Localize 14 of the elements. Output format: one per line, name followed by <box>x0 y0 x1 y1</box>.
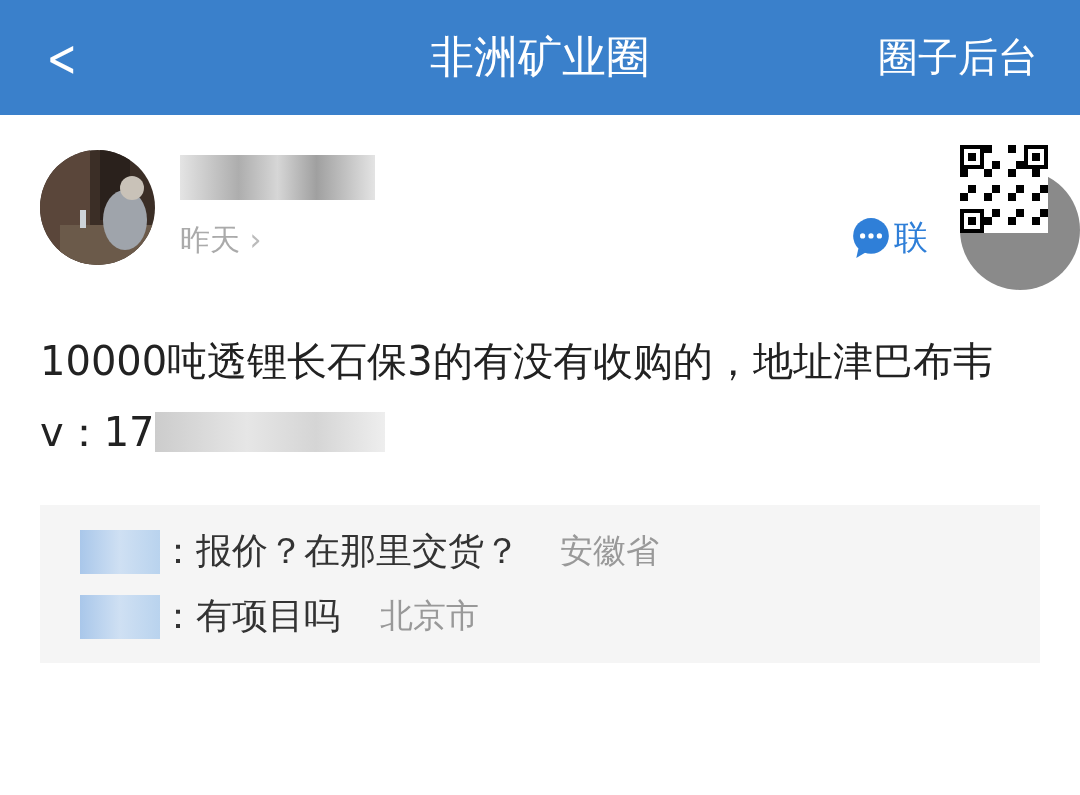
contact-text: v：17 <box>40 407 155 457</box>
qr-code-icon <box>960 145 1048 233</box>
admin-button[interactable]: 圈子后台 <box>878 30 1038 85</box>
post-time-link[interactable]: 昨天 › <box>180 220 375 261</box>
comment-location: 安徽省 <box>560 530 659 572</box>
comment-text: 有项目吗 <box>196 594 340 638</box>
back-button[interactable]: < <box>46 27 78 88</box>
comment-separator: ： <box>160 529 196 573</box>
page-title: 非洲矿业圈 <box>429 30 651 84</box>
contact-button[interactable]: 联 <box>850 215 928 261</box>
comment-location: 北京市 <box>380 595 479 637</box>
comment-text: 报价？在那里交货？ <box>196 529 520 573</box>
post-text: 10000吨透锂长石保3的有没有收购的，地址津巴布韦 <box>40 337 994 386</box>
comment-separator: ： <box>160 594 196 638</box>
